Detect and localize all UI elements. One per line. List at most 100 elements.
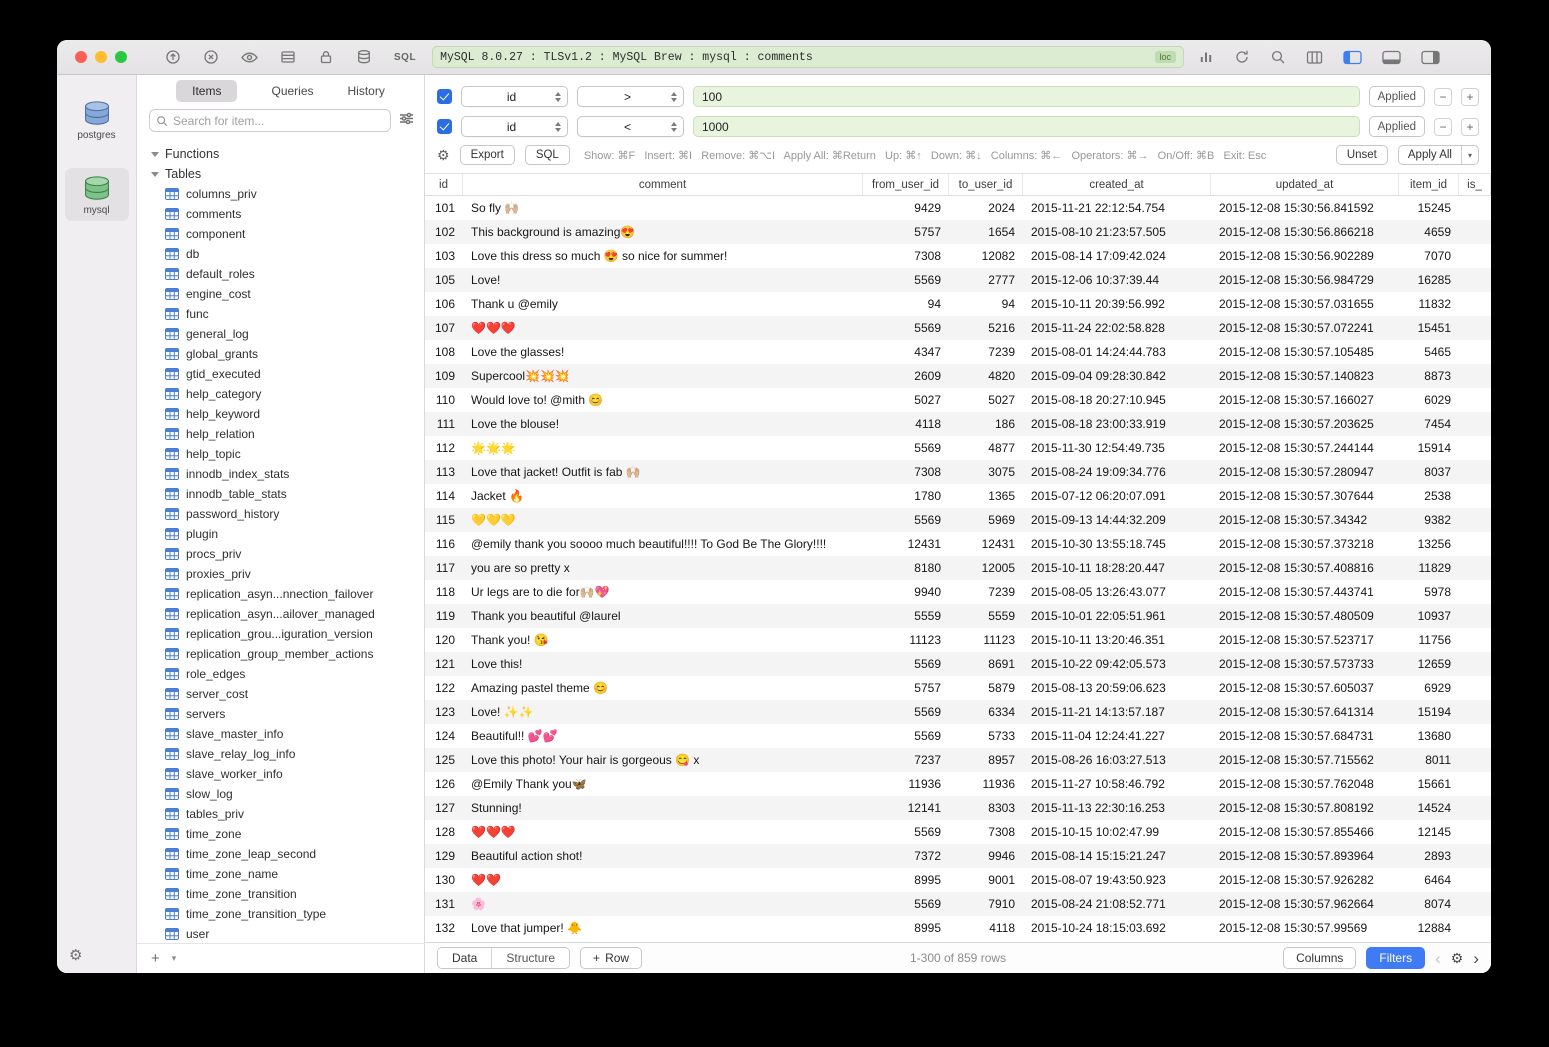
cell-id[interactable]: 126	[425, 772, 463, 796]
cell-is_[interactable]	[1459, 628, 1491, 652]
filter-enabled-checkbox[interactable]	[437, 89, 452, 104]
cell-is_[interactable]	[1459, 196, 1491, 220]
cell-created_at[interactable]: 2015-08-18 23:00:33.919	[1023, 412, 1211, 436]
filter-operator-select[interactable]: >	[577, 86, 684, 107]
cell-created_at[interactable]: 2015-11-30 12:54:49.735	[1023, 436, 1211, 460]
table-row[interactable]: 102This background is amazing😍5757165420…	[425, 220, 1491, 244]
sql-button[interactable]: SQL	[525, 145, 570, 165]
filter-settings-gear-icon[interactable]: ⚙	[437, 147, 450, 164]
cell-from_user_id[interactable]: 5569	[863, 508, 949, 532]
cell-id[interactable]: 120	[425, 628, 463, 652]
applied-button[interactable]: Applied	[1369, 86, 1425, 107]
table-row[interactable]: 124Beautiful!! 💕💕556957332015-11-04 12:2…	[425, 724, 1491, 748]
lock-icon[interactable]	[318, 49, 334, 65]
tab-structure[interactable]: Structure	[491, 948, 569, 968]
cell-comment[interactable]: Love! ✨✨	[463, 700, 863, 724]
table-row[interactable]: 109Supercool💥💥💥260948202015-09-04 09:28:…	[425, 364, 1491, 388]
cell-created_at[interactable]: 2015-08-24 19:09:34.776	[1023, 460, 1211, 484]
sidebar-table-item[interactable]: innodb_index_stats	[137, 464, 424, 484]
sidebar-table-item[interactable]: time_zone_name	[137, 864, 424, 884]
sidebar-table-item[interactable]: general_log	[137, 324, 424, 344]
cell-is_[interactable]	[1459, 340, 1491, 364]
cell-updated_at[interactable]: 2015-12-08 15:30:57.762048	[1211, 772, 1399, 796]
column-header-from-user-id[interactable]: from_user_id	[863, 174, 949, 196]
cell-item_id[interactable]: 2893	[1399, 844, 1459, 868]
connect-icon[interactable]	[165, 49, 181, 65]
unset-button[interactable]: Unset	[1336, 145, 1388, 165]
add-item-button[interactable]: +	[151, 951, 160, 966]
remove-filter-button[interactable]: −	[1434, 118, 1452, 136]
cell-is_[interactable]	[1459, 556, 1491, 580]
table-row[interactable]: 103Love this dress so much 😍 so nice for…	[425, 244, 1491, 268]
sidebar-table-item[interactable]: replication_group_member_actions	[137, 644, 424, 664]
cell-created_at[interactable]: 2015-10-11 13:20:46.351	[1023, 628, 1211, 652]
cell-is_[interactable]	[1459, 580, 1491, 604]
cell-created_at[interactable]: 2015-08-10 21:23:57.505	[1023, 220, 1211, 244]
cell-is_[interactable]	[1459, 748, 1491, 772]
cell-comment[interactable]: Thank u @emily	[463, 292, 863, 316]
cell-from_user_id[interactable]: 5569	[863, 724, 949, 748]
sidebar-table-item[interactable]: password_history	[137, 504, 424, 524]
sql-console-icon[interactable]: SQL	[394, 52, 416, 63]
cell-id[interactable]: 115	[425, 508, 463, 532]
sidebar-table-item[interactable]: proxies_priv	[137, 564, 424, 584]
cell-to_user_id[interactable]: 11123	[949, 628, 1023, 652]
cell-item_id[interactable]: 14524	[1399, 796, 1459, 820]
table-row[interactable]: 125Love this photo! Your hair is gorgeou…	[425, 748, 1491, 772]
cell-created_at[interactable]: 2015-12-06 10:37:39.44	[1023, 268, 1211, 292]
cell-id[interactable]: 118	[425, 580, 463, 604]
sidebar-table-item[interactable]: innodb_table_stats	[137, 484, 424, 504]
cell-is_[interactable]	[1459, 388, 1491, 412]
cell-comment[interactable]: ❤️❤️❤️	[463, 820, 863, 844]
table-row[interactable]: 108Love the glasses!434772392015-08-01 1…	[425, 340, 1491, 364]
cell-is_[interactable]	[1459, 916, 1491, 940]
cell-to_user_id[interactable]: 5559	[949, 604, 1023, 628]
cell-item_id[interactable]: 6929	[1399, 676, 1459, 700]
search-box[interactable]	[149, 109, 391, 132]
sidebar-table-item[interactable]: slave_master_info	[137, 724, 424, 744]
cell-from_user_id[interactable]: 94	[863, 292, 949, 316]
cell-updated_at[interactable]: 2015-12-08 15:30:57.408816	[1211, 556, 1399, 580]
cell-to_user_id[interactable]: 9001	[949, 868, 1023, 892]
cell-is_[interactable]	[1459, 796, 1491, 820]
cell-to_user_id[interactable]: 3075	[949, 460, 1023, 484]
cell-created_at[interactable]: 2015-08-07 19:43:50.923	[1023, 868, 1211, 892]
column-header-to-user-id[interactable]: to_user_id	[949, 174, 1023, 196]
cell-from_user_id[interactable]: 5027	[863, 388, 949, 412]
cell-item_id[interactable]: 11832	[1399, 292, 1459, 316]
rows-icon[interactable]	[280, 49, 296, 65]
cell-item_id[interactable]: 12659	[1399, 652, 1459, 676]
eye-icon[interactable]	[241, 50, 258, 65]
cell-updated_at[interactable]: 2015-12-08 15:30:57.926282	[1211, 868, 1399, 892]
cell-is_[interactable]	[1459, 532, 1491, 556]
cell-updated_at[interactable]: 2015-12-08 15:30:56.984729	[1211, 268, 1399, 292]
sidebar-table-item[interactable]: time_zone_transition	[137, 884, 424, 904]
cell-updated_at[interactable]: 2015-12-08 15:30:57.307644	[1211, 484, 1399, 508]
cell-updated_at[interactable]: 2015-12-08 15:30:57.962664	[1211, 892, 1399, 916]
cell-created_at[interactable]: 2015-11-21 14:13:57.187	[1023, 700, 1211, 724]
cell-to_user_id[interactable]: 5733	[949, 724, 1023, 748]
cell-is_[interactable]	[1459, 820, 1491, 844]
cell-from_user_id[interactable]: 5559	[863, 604, 949, 628]
cell-created_at[interactable]: 2015-11-24 22:02:58.828	[1023, 316, 1211, 340]
table-row[interactable]: 129Beautiful action shot!737299462015-08…	[425, 844, 1491, 868]
table-row[interactable]: 119Thank you beautiful @laurel5559555920…	[425, 604, 1491, 628]
table-row[interactable]: 132Love that jumper! 🐥899541182015-10-24…	[425, 916, 1491, 940]
cell-item_id[interactable]: 16285	[1399, 268, 1459, 292]
cell-comment[interactable]: Beautiful!! 💕💕	[463, 724, 863, 748]
database-icon[interactable]	[356, 49, 372, 65]
cell-created_at[interactable]: 2015-08-18 20:27:10.945	[1023, 388, 1211, 412]
cell-item_id[interactable]: 15661	[1399, 772, 1459, 796]
cell-updated_at[interactable]: 2015-12-08 15:30:57.373218	[1211, 532, 1399, 556]
table-row[interactable]: 112🌟🌟🌟556948772015-11-30 12:54:49.735201…	[425, 436, 1491, 460]
cell-from_user_id[interactable]: 12431	[863, 532, 949, 556]
cell-to_user_id[interactable]: 8691	[949, 652, 1023, 676]
tree-group-tables[interactable]: Tables	[137, 164, 424, 184]
cell-updated_at[interactable]: 2015-12-08 15:30:56.841592	[1211, 196, 1399, 220]
cell-updated_at[interactable]: 2015-12-08 15:30:57.808192	[1211, 796, 1399, 820]
search-input[interactable]	[173, 114, 384, 128]
table-row[interactable]: 107❤️❤️❤️556952162015-11-24 22:02:58.828…	[425, 316, 1491, 340]
cell-from_user_id[interactable]: 9940	[863, 580, 949, 604]
cell-item_id[interactable]: 15245	[1399, 196, 1459, 220]
cell-id[interactable]: 132	[425, 916, 463, 940]
